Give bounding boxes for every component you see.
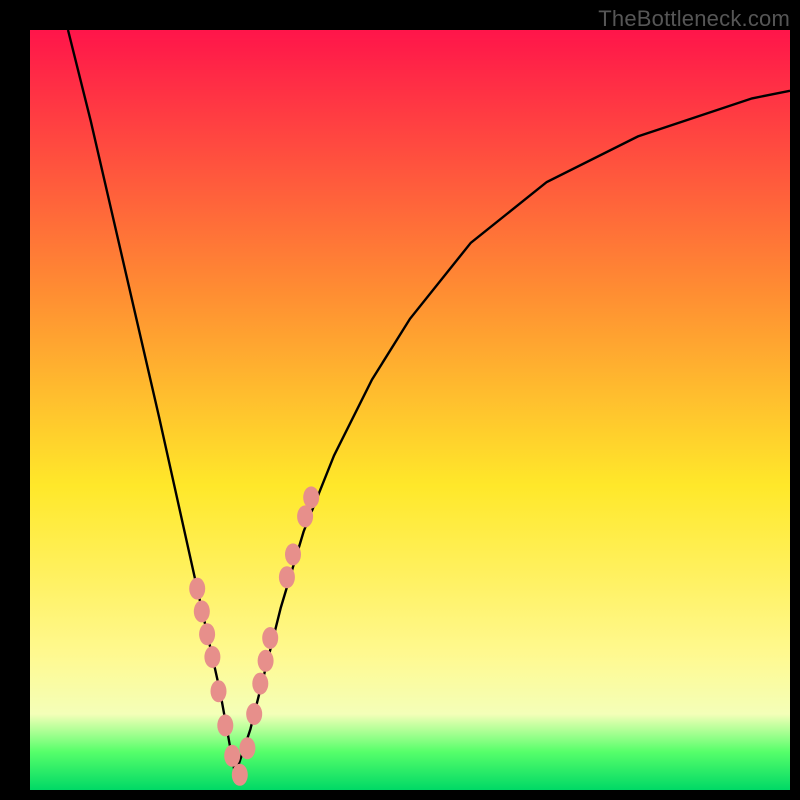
marker-point xyxy=(217,714,233,736)
marker-point xyxy=(189,578,205,600)
heat-gradient xyxy=(30,30,790,790)
chart-frame: TheBottleneck.com xyxy=(0,0,800,800)
marker-point xyxy=(279,566,295,588)
marker-point xyxy=(194,600,210,622)
marker-point xyxy=(211,680,227,702)
marker-point xyxy=(199,623,215,645)
marker-point xyxy=(262,627,278,649)
marker-point xyxy=(285,543,301,565)
marker-point xyxy=(224,745,240,767)
plot-area xyxy=(30,30,790,790)
marker-point xyxy=(258,650,274,672)
marker-point xyxy=(239,737,255,759)
marker-point xyxy=(246,703,262,725)
chart-svg xyxy=(30,30,790,790)
marker-point xyxy=(303,486,319,508)
watermark-text: TheBottleneck.com xyxy=(598,6,790,32)
marker-point xyxy=(297,505,313,527)
marker-point xyxy=(232,764,248,786)
marker-point xyxy=(252,673,268,695)
marker-point xyxy=(204,646,220,668)
